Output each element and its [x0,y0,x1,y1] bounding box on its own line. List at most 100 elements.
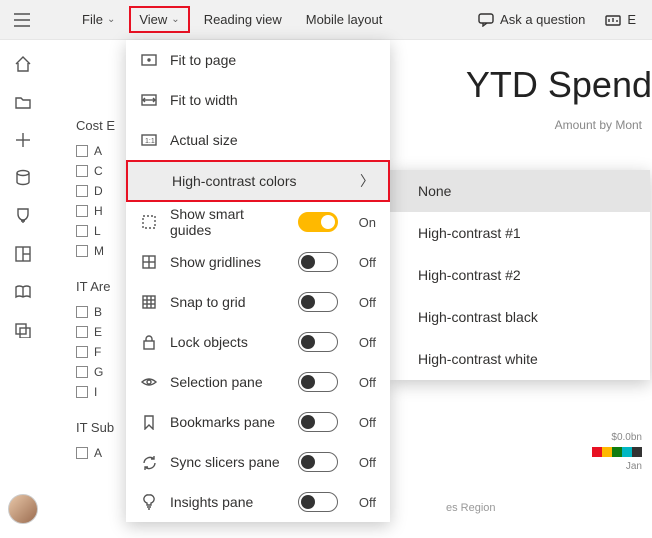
lock-objects-label: Lock objects [170,334,286,350]
hc-option-black[interactable]: High-contrast black [390,296,650,338]
explore-button[interactable]: E [597,6,644,33]
smart-guides-toggle[interactable] [298,212,338,232]
nav-metrics-icon[interactable] [13,206,33,226]
view-menu-dropdown: Fit to page Fit to width 1:1 Actual size… [126,40,390,522]
lock-objects-state: Off [350,335,376,350]
explore-label: E [627,12,636,27]
menu-sync-slicers[interactable]: Sync slicers pane Off [126,442,390,482]
ask-question-button[interactable]: Ask a question [470,6,593,33]
legend-swatch [602,447,612,457]
sync-slicers-state: Off [350,455,376,470]
legend-swatches [592,447,642,457]
menu-view[interactable]: View ⌄ [129,6,189,33]
slicer-item-label: H [94,204,103,218]
slicer-item-label: C [94,164,103,178]
chevron-down-icon: ⌄ [107,14,115,25]
selection-pane-state: Off [350,375,376,390]
high-contrast-label: High-contrast colors [172,173,348,189]
legend-swatch [632,447,642,457]
checkbox[interactable] [76,225,88,237]
checkbox[interactable] [76,145,88,157]
eye-icon [140,376,158,388]
actual-size-icon: 1:1 [140,134,158,146]
checkbox[interactable] [76,447,88,459]
nav-home-icon[interactable] [13,54,33,74]
hc-option-2[interactable]: High-contrast #2 [390,254,650,296]
checkbox[interactable] [76,326,88,338]
menu-mobile-layout[interactable]: Mobile layout [296,6,393,33]
checkbox[interactable] [76,205,88,217]
menu-gridlines[interactable]: Show gridlines Off [126,242,390,282]
chevron-down-icon: ⌄ [171,14,179,25]
insights-pane-state: Off [350,495,376,510]
checkbox[interactable] [76,185,88,197]
slicer-item-label: D [94,184,103,198]
lightbulb-icon [140,494,158,510]
hc-1-label: High-contrast #1 [418,225,521,241]
nav-datasets-icon[interactable] [13,168,33,188]
snap-grid-label: Snap to grid [170,294,286,310]
menu-smart-guides[interactable]: Show smart guides On [126,202,390,242]
sync-slicers-toggle[interactable] [298,452,338,472]
menu-selection-pane[interactable]: Selection pane Off [126,362,390,402]
slicer-item-label: A [94,144,102,158]
fit-page-icon [140,54,158,66]
menu-bookmarks-pane[interactable]: Bookmarks pane Off [126,402,390,442]
menu-view-label: View [139,12,167,27]
hc-none-label: None [418,183,451,199]
gridlines-label: Show gridlines [170,254,286,270]
hc-option-none[interactable]: None [390,170,650,212]
hc-option-white[interactable]: High-contrast white [390,338,650,380]
checkbox[interactable] [76,346,88,358]
nav-learn-icon[interactable] [13,282,33,302]
snap-grid-toggle[interactable] [298,292,338,312]
smart-guides-icon [140,215,158,229]
legend-swatch [592,447,602,457]
explore-icon [605,13,621,27]
slicer-item-label: F [94,345,101,359]
snap-grid-icon [140,295,158,309]
checkbox[interactable] [76,386,88,398]
menu-snap-to-grid[interactable]: Snap to grid Off [126,282,390,322]
menu-reading-view[interactable]: Reading view [194,6,292,33]
chart-legend: $0.0bn Jan [592,432,642,472]
checkbox[interactable] [76,165,88,177]
hamburger-icon[interactable] [8,6,36,34]
sync-icon [140,455,158,470]
chevron-right-icon: 〉 [360,171,374,191]
menu-lock-objects[interactable]: Lock objects Off [126,322,390,362]
bookmarks-pane-label: Bookmarks pane [170,414,286,430]
nav-workspaces-icon[interactable] [13,320,33,340]
menu-fit-to-width[interactable]: Fit to width [126,80,390,120]
menu-file[interactable]: File ⌄ [72,6,125,33]
lock-objects-toggle[interactable] [298,332,338,352]
checkbox[interactable] [76,366,88,378]
nav-create-icon[interactable] [13,130,33,150]
smart-guides-label: Show smart guides [170,206,286,238]
checkbox[interactable] [76,245,88,257]
legend-swatch [612,447,622,457]
ask-question-label: Ask a question [500,12,585,27]
nav-browse-icon[interactable] [13,92,33,112]
gridlines-toggle[interactable] [298,252,338,272]
slicer-item-label: E [94,325,102,339]
mobile-layout-label: Mobile layout [306,12,383,27]
nav-apps-icon[interactable] [13,244,33,264]
menu-insights-pane[interactable]: Insights pane Off [126,482,390,522]
hc-2-label: High-contrast #2 [418,267,521,283]
user-avatar[interactable] [8,494,38,524]
menu-fit-to-page[interactable]: Fit to page [126,40,390,80]
insights-pane-label: Insights pane [170,494,286,510]
hc-option-1[interactable]: High-contrast #1 [390,212,650,254]
gridlines-icon [140,255,158,269]
reading-view-label: Reading view [204,12,282,27]
checkbox[interactable] [76,306,88,318]
insights-pane-toggle[interactable] [298,492,338,512]
menu-actual-size[interactable]: 1:1 Actual size [126,120,390,160]
slicer-item-label: I [94,385,97,399]
bookmarks-pane-toggle[interactable] [298,412,338,432]
selection-pane-toggle[interactable] [298,372,338,392]
bookmark-icon [140,415,158,430]
menu-high-contrast[interactable]: High-contrast colors 〉 [126,160,390,202]
actual-size-label: Actual size [170,132,376,148]
